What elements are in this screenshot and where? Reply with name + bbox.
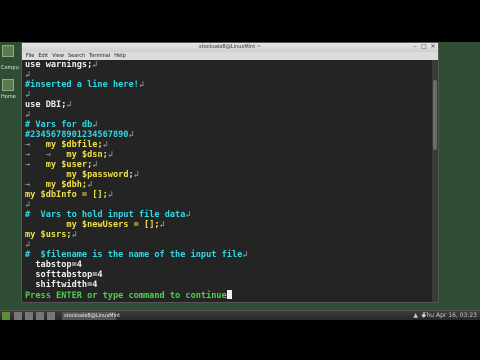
menu-edit[interactable]: Edit (38, 52, 48, 60)
editor-text-segment: ↲ (107, 190, 113, 200)
editor-text-segment: → (25, 180, 46, 190)
close-icon[interactable]: ✕ (430, 44, 436, 50)
editor-line: my $newUsers = [];↲ (25, 220, 432, 230)
minimize-icon[interactable]: – (412, 44, 418, 50)
menubar: File Edit View Search Terminal Help (22, 52, 438, 60)
editor-text-segment: # $filename is the name of the input fil… (25, 250, 243, 260)
editor-text-segment: ↲ (25, 90, 31, 100)
editor-text-segment: softtabstop=4 (25, 270, 103, 280)
window-titlebar[interactable]: stocksaleB@LinuxMint ~ – □ ✕ (22, 43, 438, 52)
editor-text-segment: ↲ (133, 170, 139, 180)
files-launcher-icon[interactable] (47, 312, 55, 320)
editor-text-segment: Press ENTER or type command to continue (25, 291, 227, 301)
editor-line: my $password;↲ (25, 170, 432, 180)
editor-text-segment: my $newUsers = []; (66, 220, 160, 230)
editor-text-segment: ↲ (25, 70, 31, 80)
computer-icon[interactable] (2, 45, 14, 57)
editor-text-segment: → (25, 140, 46, 150)
editor-text-segment: ↲ (242, 250, 248, 260)
desktop-icon-label-computer: Compu (1, 65, 19, 71)
editor-text-segment: my $dbfile; (45, 140, 103, 150)
editor-text-segment: ↲ (102, 140, 108, 150)
editor-line: → my $user;↲ (25, 160, 432, 170)
editor-line: Press ENTER or type command to continue (25, 290, 432, 301)
editor-line: → my $dbfile;↲ (25, 140, 432, 150)
editor-text-segment: my $dsn; (66, 150, 108, 160)
editor-text-segment: ↲ (66, 100, 72, 110)
editor-line: ↲ (25, 90, 432, 100)
editor-text-segment (25, 170, 66, 180)
editor-line: ↲ (25, 200, 432, 210)
menu-terminal[interactable]: Terminal (89, 52, 110, 60)
editor-text-segment: ↲ (138, 80, 145, 90)
editor-line: my $dbInfo = [];↲ (25, 190, 432, 200)
editor-text-segment: → (25, 160, 46, 170)
terminal-window: stocksaleB@LinuxMint ~ – □ ✕ File Edit V… (21, 42, 439, 303)
show-desktop-icon[interactable] (14, 312, 22, 320)
editor-line: ↲ (25, 110, 432, 120)
terminal-launcher-icon[interactable] (36, 312, 44, 320)
editor-text-segment: ↲ (107, 150, 113, 160)
menu-help[interactable]: Help (114, 52, 125, 60)
editor-text-segment: tabstop=4 (25, 260, 82, 270)
editor-line: → my $dbh;↲ (25, 180, 432, 190)
editor-text-segment: ↲ (87, 180, 93, 190)
editor-text-segment: ↲ (159, 220, 165, 230)
editor-line: tabstop=4 (25, 260, 432, 270)
editor-text-segment: shiftwidth=4 (25, 280, 98, 290)
window-title: stocksaleB@LinuxMint ~ (199, 44, 261, 50)
desktop-icon-label-home: Home (1, 94, 16, 100)
editor-line: softtabstop=4 (25, 270, 432, 280)
editor-text-segment: my $user; (45, 160, 93, 170)
editor-text-segment: my $dbh; (45, 180, 88, 190)
editor-line: ↲ (25, 240, 432, 250)
editor-text-segment: # Vars for db (25, 120, 93, 130)
editor-text-segment: ↲ (25, 240, 31, 250)
menu-file[interactable]: File (26, 52, 34, 60)
editor-line: my $usrs;↲ (25, 230, 432, 240)
editor-line: → → my $dsn;↲ (25, 150, 432, 160)
scrollbar-thumb[interactable] (433, 80, 437, 150)
editor-text-segment: ↲ (25, 200, 31, 210)
editor-text-segment: ↲ (92, 120, 98, 130)
menu-search[interactable]: Search (68, 52, 85, 60)
editor-line: use DBI;↲ (25, 100, 432, 110)
editor-line: shiftwidth=4 (25, 280, 432, 290)
editor-line: #inserted a line here!↲ (25, 80, 432, 90)
editor-text-segment: use warnings; (25, 60, 93, 70)
editor-line: #2345678901234567890↲ (25, 130, 432, 140)
editor-text-segment: # Vars to hold input file data (25, 210, 186, 220)
menu-view[interactable]: View (52, 52, 64, 60)
editor-line: # $filename is the name of the input fil… (25, 250, 432, 260)
editor-text-segment: → → (25, 150, 67, 160)
taskbar-window-button[interactable]: stocksaleB@LinuxMint (62, 312, 120, 320)
terminal-text-area[interactable]: use warnings;↲ ↲ #inserted a line here!↲ ↲ u… (22, 60, 432, 302)
editor-text-segment: #inserted a line here! (25, 80, 139, 90)
editor-text-segment: ↲ (128, 130, 134, 140)
editor-text-segment: #2345678901234567890 (25, 130, 129, 140)
editor-line: ↲ (25, 70, 432, 80)
editor-line: # Vars to hold input file data↲ (25, 210, 432, 220)
browser-launcher-icon[interactable] (25, 312, 33, 320)
editor-text-segment: my $dbInfo = []; (25, 190, 108, 200)
editor-text-segment: ↲ (25, 110, 31, 120)
editor-text-segment: my $password; (66, 170, 134, 180)
editor-text-segment: ↲ (92, 60, 98, 70)
editor-text-segment: ↲ (185, 210, 191, 220)
text-cursor (226, 290, 232, 299)
editor-text-segment (25, 220, 66, 230)
letterbox-bottom (0, 320, 480, 360)
editor-line: # Vars for db↲ (25, 120, 432, 130)
editor-line: use warnings;↲ (25, 60, 432, 70)
editor-text-segment: ↲ (92, 160, 98, 170)
scrollbar[interactable] (432, 60, 438, 302)
editor-text-segment: ↲ (71, 230, 77, 240)
editor-text-segment: use DBI; (25, 100, 67, 110)
maximize-icon[interactable]: □ (421, 44, 427, 50)
editor-text-segment: my $usrs; (25, 230, 72, 240)
home-folder-icon[interactable] (2, 79, 14, 91)
letterbox-top (0, 0, 480, 42)
start-menu-icon[interactable] (2, 312, 10, 320)
